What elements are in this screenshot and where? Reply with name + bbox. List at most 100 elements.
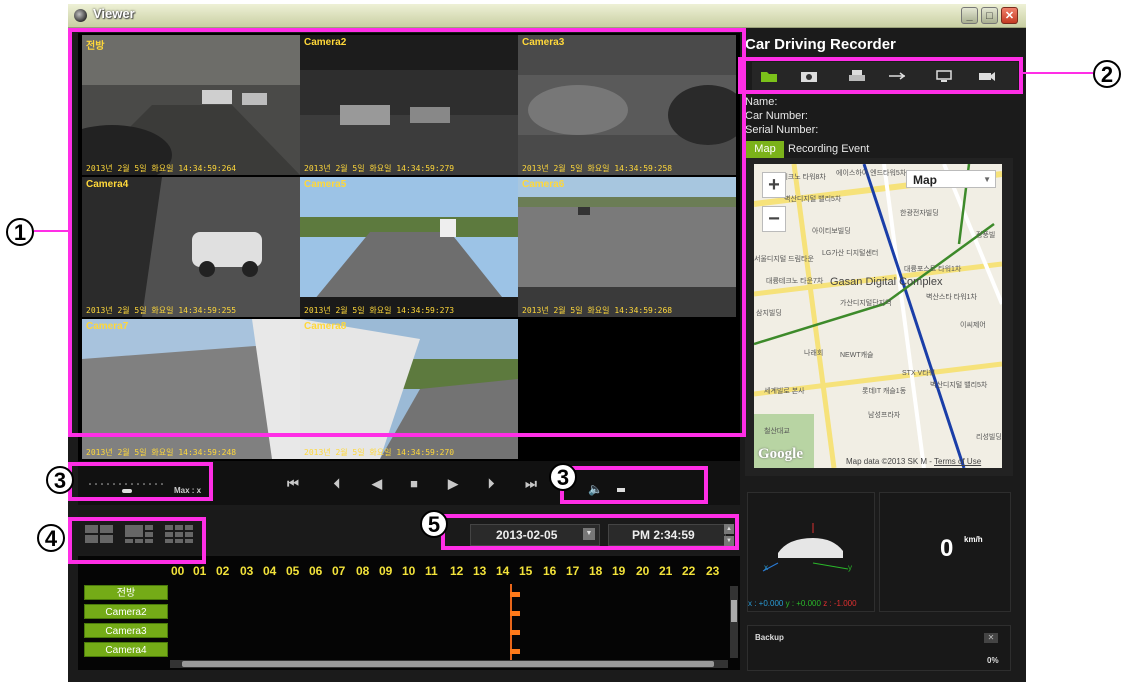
hour-label: 02 — [216, 564, 230, 578]
zoom-out-button[interactable]: − — [762, 206, 786, 232]
g-sensor-reading: x : +0.000 y : +0.000 z : -1.000 — [748, 599, 857, 608]
map-label: 대륭테크노 타운7차 — [766, 278, 824, 285]
chevron-down-icon: ▼ — [983, 175, 991, 184]
hour-label: 20 — [636, 564, 650, 578]
hour-label: 08 — [356, 564, 370, 578]
map-label: 가산디지털단지역 — [840, 300, 892, 307]
g-sensor-panel: x y — [747, 492, 875, 612]
rewind-icon[interactable]: ◀ — [368, 476, 386, 496]
hour-label: 04 — [263, 564, 277, 578]
map-roads — [754, 164, 1002, 468]
map-place-label: Gasan Digital Complex — [830, 276, 943, 288]
info-name: Name: — [745, 96, 778, 108]
x-axis-label: x — [764, 563, 768, 572]
backup-progress: 0% — [987, 656, 999, 665]
title-bar[interactable] — [68, 4, 1026, 28]
map-label: STX V타워 — [902, 370, 936, 377]
hour-label: 01 — [193, 564, 207, 578]
map-copyright-text: Map data ©2013 SK M — [846, 457, 928, 466]
next-frame-icon[interactable]: ⏵ — [482, 476, 500, 496]
map-label: NEWT캐슬 — [840, 352, 874, 359]
vertical-scrollbar[interactable] — [730, 586, 738, 658]
channel-button-4[interactable]: Camera4 — [84, 642, 168, 657]
recording-marker[interactable] — [510, 592, 520, 597]
backup-panel — [747, 625, 1011, 671]
hour-label: 11 — [425, 564, 438, 578]
recording-marker[interactable] — [510, 611, 520, 616]
map-label: 남성프라자 — [868, 412, 901, 419]
prev-frame-icon[interactable]: ⏴ — [328, 476, 346, 496]
annotation-number-5: 5 — [420, 510, 448, 538]
channel-button-1[interactable]: 전방 — [84, 585, 168, 600]
map-label: 아이티보빌딩 — [812, 228, 851, 235]
annotation-box-5 — [441, 514, 739, 550]
annotation-box-1 — [68, 28, 746, 437]
terms-link[interactable]: Terms of Use — [934, 457, 981, 466]
window-title: Viewer — [93, 6, 135, 21]
hour-label: 18 — [589, 564, 603, 578]
tab-map[interactable]: Map — [746, 141, 784, 158]
map-label: 벽산디지털 밸리5차 — [784, 196, 842, 203]
hour-label: 16 — [543, 564, 557, 578]
camera-timestamp: 2013년 2월 5일 화요일 14:34:59:248 — [86, 448, 237, 457]
annotation-number-4: 4 — [37, 524, 65, 552]
close-button[interactable]: ✕ — [1001, 7, 1018, 24]
map-label: 세계빌로 본사 — [764, 388, 805, 395]
hour-label: 13 — [473, 564, 487, 578]
map-type-select[interactable]: Map ▼ — [906, 170, 996, 188]
backup-close-button[interactable]: ✕ — [984, 633, 998, 643]
annotation-box-2 — [738, 57, 1023, 94]
play-icon[interactable]: ▶ — [444, 476, 462, 496]
car-3d-icon — [762, 523, 849, 572]
camera-timestamp: 2013년 2월 5일 화요일 14:34:59:270 — [304, 448, 455, 457]
recording-marker[interactable] — [510, 630, 520, 635]
hour-label: 14 — [496, 564, 510, 578]
map-label: 정풍빌 — [976, 232, 996, 239]
hour-label: 19 — [612, 564, 626, 578]
backup-label: Backup — [755, 633, 784, 642]
map-label: 서울디지털 드림타운 — [754, 256, 814, 263]
annotation-box-3b — [560, 466, 708, 504]
g-reading-y: y : +0.000 — [785, 599, 821, 608]
tab-recording-event[interactable]: Recording Event — [788, 141, 869, 158]
map-label: 이씨제어 — [960, 322, 986, 329]
stop-icon[interactable]: ■ — [405, 476, 423, 496]
horizontal-scroll-thumb[interactable] — [182, 661, 714, 667]
maximize-button[interactable]: □ — [981, 7, 998, 24]
hour-label: 05 — [286, 564, 300, 578]
map-label: 에이스하이 엔드타워5차 — [836, 170, 907, 177]
hour-label: 15 — [519, 564, 533, 578]
annotation-box-4 — [68, 517, 206, 564]
channel-button-2[interactable]: Camera2 — [84, 604, 168, 619]
minimize-button[interactable]: _ — [961, 7, 978, 24]
hour-label: 00 — [171, 564, 185, 578]
hour-label: 12 — [450, 564, 464, 578]
annotation-number-3a: 3 — [46, 466, 74, 494]
hour-label: 06 — [309, 564, 323, 578]
zoom-in-button[interactable]: + — [762, 172, 786, 198]
map-label: 벽산스타 타워1차 — [926, 294, 977, 301]
map-label: 나래회 — [804, 350, 824, 357]
hour-label: 09 — [379, 564, 393, 578]
map-label: 벽산디지털 밸리5차 — [930, 382, 988, 389]
map-label: 롯데IT 캐슬1동 — [862, 388, 907, 395]
map-type-value: Map — [913, 173, 937, 187]
hour-label: 21 — [659, 564, 673, 578]
app-icon — [74, 9, 87, 22]
info-serial-number: Serial Number: — [745, 124, 819, 136]
recording-marker[interactable] — [510, 649, 520, 654]
vertical-scroll-thumb[interactable] — [731, 600, 737, 622]
hour-label: 03 — [240, 564, 254, 578]
skip-end-icon[interactable]: ⏭ — [520, 476, 542, 496]
map-copyright: Map data ©2013 SK M - Terms of Use — [846, 457, 982, 466]
g-reading-z: z : -1.000 — [823, 599, 857, 608]
map-view[interactable]: 에이스테크노 타워8차 에이스하이 엔드타워5차 벽산디지털 밸리5차 한광전자… — [754, 164, 1002, 468]
speed-unit: km/h — [964, 535, 983, 544]
annotation-box-3a — [68, 462, 213, 501]
channel-button-3[interactable]: Camera3 — [84, 623, 168, 638]
info-car-number: Car Number: — [745, 110, 808, 122]
skip-start-icon[interactable]: ⏮ — [284, 476, 302, 496]
map-label: 대륭포스트 타워1차 — [904, 266, 962, 273]
hour-label: 17 — [566, 564, 580, 578]
map-label: 삼지빌딩 — [756, 310, 782, 317]
